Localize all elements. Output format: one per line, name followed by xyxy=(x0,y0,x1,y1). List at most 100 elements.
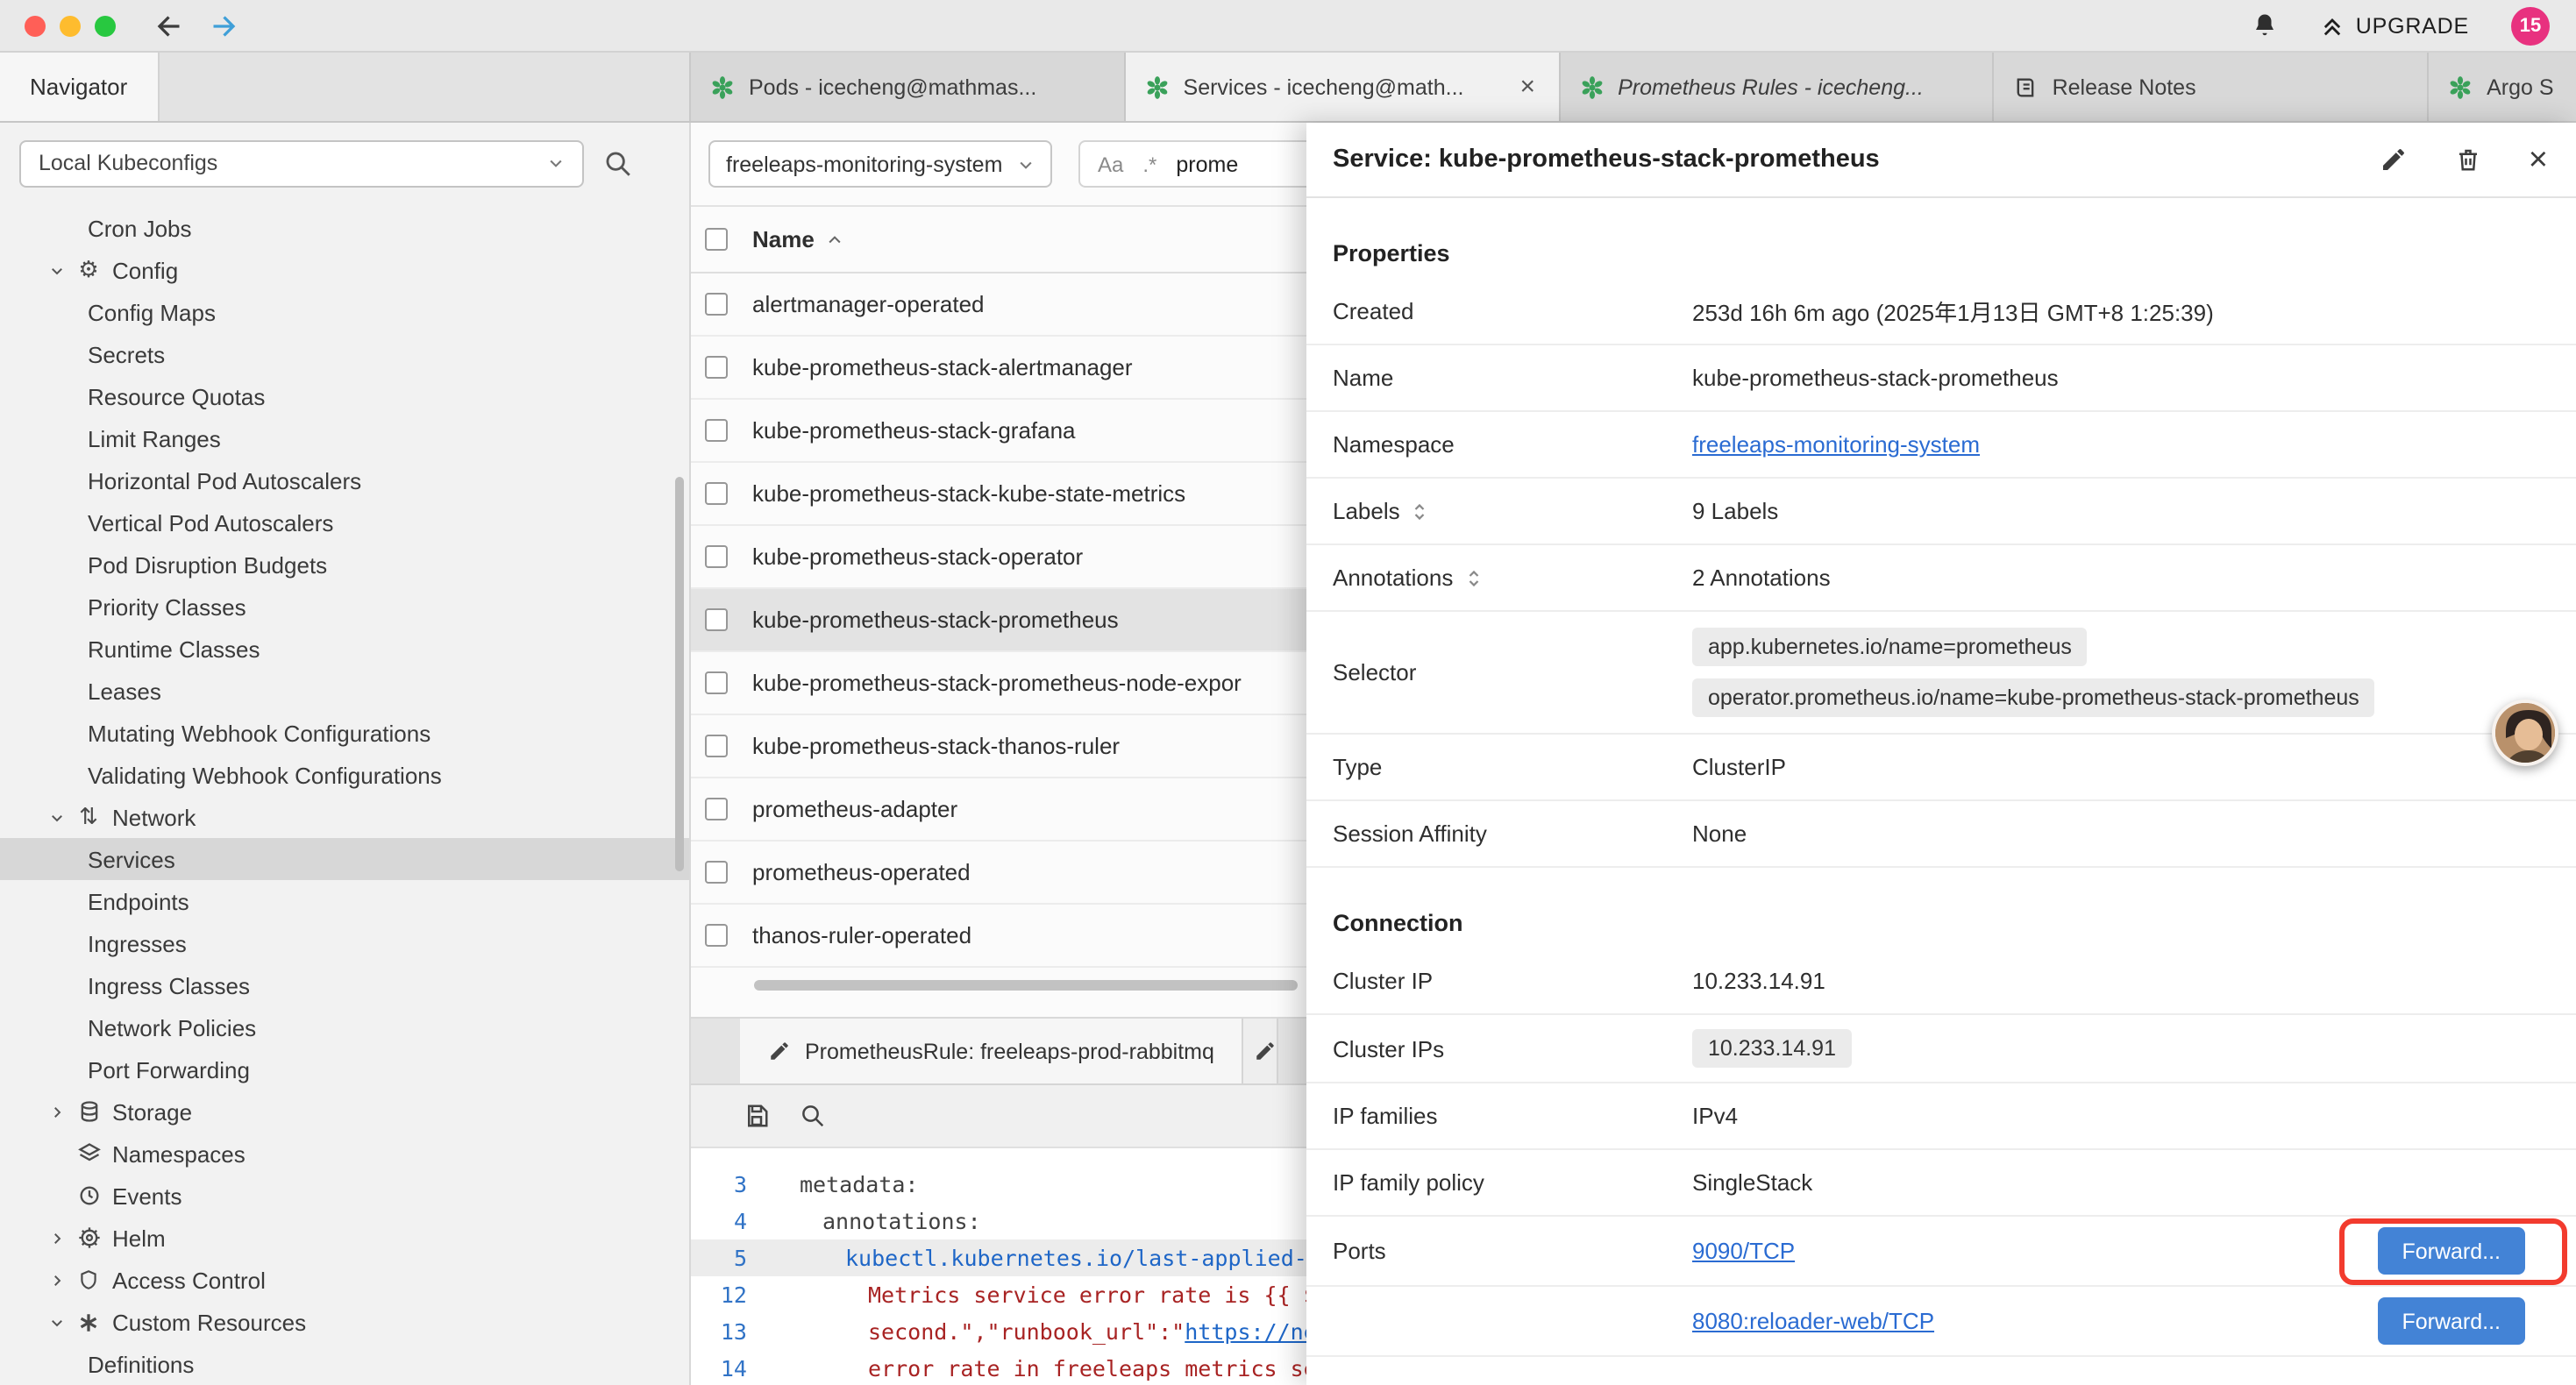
sidebar-item-ingress-classes[interactable]: Ingress Classes xyxy=(0,964,689,1006)
regex-toggle[interactable]: .* xyxy=(1142,152,1156,176)
service-name: kube-prometheus-stack-alertmanager xyxy=(752,354,1133,380)
kubernetes-icon xyxy=(710,75,735,99)
detail-row-labels: Labels9 Labels xyxy=(1306,479,2576,545)
sidebar-item-ingresses[interactable]: Ingresses xyxy=(0,922,689,964)
sidebar-item-events[interactable]: Events xyxy=(0,1175,689,1217)
sidebar-item-config[interactable]: ⚙Config xyxy=(0,249,689,291)
history-forward-button[interactable] xyxy=(207,10,238,41)
namespace-select[interactable]: freeleaps-monitoring-system xyxy=(708,140,1052,188)
notification-count-badge[interactable]: 15 xyxy=(2511,6,2550,45)
sidebar-item-runtime-classes[interactable]: Runtime Classes xyxy=(0,628,689,670)
sidebar-item-resource-quotas[interactable]: Resource Quotas xyxy=(0,375,689,417)
sidebar-item-network[interactable]: ⇅Network xyxy=(0,796,689,838)
webcam-avatar[interactable] xyxy=(2492,700,2558,766)
sidebar-item-vertical-pod-autoscalers[interactable]: Vertical Pod Autoscalers xyxy=(0,501,689,543)
row-checkbox[interactable] xyxy=(705,924,728,947)
detail-label-text: Type xyxy=(1333,754,1382,780)
detail-value: 253d 16h 6m ago (2025年1月13日 GMT+8 1:25:3… xyxy=(1692,295,2576,328)
name-column-header[interactable]: Name xyxy=(752,226,815,252)
row-checkbox[interactable] xyxy=(705,482,728,505)
notifications-bell-icon[interactable] xyxy=(2252,12,2279,39)
trash-icon[interactable] xyxy=(2455,146,2481,174)
sidebar-item-endpoints[interactable]: Endpoints xyxy=(0,880,689,922)
row-checkbox[interactable] xyxy=(705,671,728,694)
editor-search-icon[interactable] xyxy=(800,1103,826,1129)
sidebar-item-priority-classes[interactable]: Priority Classes xyxy=(0,586,689,628)
value-badge: operator.prometheus.io/name=kube-prometh… xyxy=(1692,678,2375,717)
sidebar-item-config-maps[interactable]: Config Maps xyxy=(0,291,689,333)
sidebar-item-mutating-webhook-configurations[interactable]: Mutating Webhook Configurations xyxy=(0,712,689,754)
sidebar-item-namespaces[interactable]: Namespaces xyxy=(0,1133,689,1175)
sidebar-item-cron-jobs[interactable]: Cron Jobs xyxy=(0,207,689,249)
select-all-checkbox[interactable] xyxy=(705,228,728,251)
sort-ascending-icon[interactable] xyxy=(827,231,844,248)
sidebar-item-pod-disruption-budgets[interactable]: Pod Disruption Budgets xyxy=(0,543,689,586)
sidebar-item-helm[interactable]: Helm xyxy=(0,1217,689,1259)
code-token: kubectl.kubernetes.io/last-applied-co xyxy=(845,1245,1334,1271)
close-tab-icon[interactable]: × xyxy=(1517,72,1540,102)
sidebar-item-services[interactable]: Services xyxy=(0,838,689,880)
chevron-right-icon[interactable] xyxy=(42,1230,72,1246)
kubeconfig-select[interactable]: Local Kubeconfigs xyxy=(19,139,584,187)
chevron-down-icon xyxy=(1017,155,1035,173)
chevron-right-icon[interactable] xyxy=(42,1104,72,1119)
forward-button[interactable]: Forward... xyxy=(2377,1227,2525,1275)
horizontal-scrollbar-thumb[interactable] xyxy=(754,980,1298,991)
sidebar-item-label: Port Forwarding xyxy=(88,1056,250,1083)
sidebar-item-access-control[interactable]: Access Control xyxy=(0,1259,689,1301)
upgrade-button[interactable]: UPGRADE xyxy=(2321,13,2469,38)
close-panel-icon[interactable]: × xyxy=(2529,143,2548,176)
port-link[interactable]: 9090/TCP xyxy=(1692,1238,1795,1264)
row-checkbox[interactable] xyxy=(705,861,728,884)
section-heading-properties: Properties xyxy=(1333,230,2576,275)
navigator-sidebar: Local Kubeconfigs Cron Jobs⚙ConfigConfig… xyxy=(0,123,691,1385)
dock-tab-prometheusrule[interactable]: PrometheusRule: freeleaps-prod-rabbitmq xyxy=(740,1019,1244,1083)
row-checkbox[interactable] xyxy=(705,608,728,631)
history-back-button[interactable] xyxy=(154,10,186,41)
editor-tab-services-icecheng-math[interactable]: Services - icecheng@math...× xyxy=(1126,53,1561,121)
sidebar-item-definitions[interactable]: Definitions xyxy=(0,1343,689,1385)
line-number: 4 xyxy=(691,1203,765,1239)
chevron-right-icon[interactable] xyxy=(42,1272,72,1288)
sidebar-search-icon[interactable] xyxy=(603,148,633,178)
sidebar-scrollbar-thumb[interactable] xyxy=(675,477,684,871)
chevron-down-icon[interactable] xyxy=(42,1314,72,1330)
sidebar-item-leases[interactable]: Leases xyxy=(0,670,689,712)
network-arrows-icon: ⇅ xyxy=(72,803,105,831)
close-window-button[interactable] xyxy=(25,15,46,36)
edit-pencil-icon[interactable] xyxy=(2380,146,2408,174)
detail-row-session-affinity: Session AffinityNone xyxy=(1306,801,2576,868)
sidebar-item-custom-resources[interactable]: Custom Resources xyxy=(0,1301,689,1343)
sidebar-item-secrets[interactable]: Secrets xyxy=(0,333,689,375)
chevron-down-icon[interactable] xyxy=(42,809,72,825)
namespace-link[interactable]: freeleaps-monitoring-system xyxy=(1692,431,1980,458)
port-link[interactable]: 8080:reloader-web/TCP xyxy=(1692,1308,1934,1334)
dock-tab-partial[interactable] xyxy=(1244,1019,1279,1083)
sort-arrows-icon[interactable] xyxy=(1413,501,1428,522)
row-checkbox[interactable] xyxy=(705,356,728,379)
editor-tab-prometheus-rules-icecheng[interactable]: Prometheus Rules - icecheng... xyxy=(1560,53,1995,121)
sidebar-item-port-forwarding[interactable]: Port Forwarding xyxy=(0,1048,689,1090)
row-checkbox[interactable] xyxy=(705,735,728,757)
sidebar-item-validating-webhook-configurations[interactable]: Validating Webhook Configurations xyxy=(0,754,689,796)
minimize-window-button[interactable] xyxy=(60,15,81,36)
zoom-window-button[interactable] xyxy=(95,15,116,36)
editor-tab-pods-icecheng-mathmas[interactable]: Pods - icecheng@mathmas... xyxy=(691,53,1126,121)
sidebar-item-limit-ranges[interactable]: Limit Ranges xyxy=(0,417,689,459)
navigator-tab[interactable]: Navigator xyxy=(0,53,159,121)
editor-tab-release-notes[interactable]: Release Notes xyxy=(1995,53,2430,121)
forward-button[interactable]: Forward... xyxy=(2377,1297,2525,1345)
row-checkbox[interactable] xyxy=(705,293,728,316)
row-checkbox[interactable] xyxy=(705,419,728,442)
tab-label: Pods - icecheng@mathmas... xyxy=(749,75,1105,99)
editor-tab-argo-s[interactable]: Argo S xyxy=(2429,53,2576,121)
match-case-toggle[interactable]: Aa xyxy=(1098,152,1123,176)
sidebar-item-storage[interactable]: Storage xyxy=(0,1090,689,1133)
row-checkbox[interactable] xyxy=(705,545,728,568)
sort-arrows-icon[interactable] xyxy=(1465,567,1481,588)
chevron-down-icon[interactable] xyxy=(42,262,72,278)
save-icon[interactable] xyxy=(744,1103,770,1129)
sidebar-item-network-policies[interactable]: Network Policies xyxy=(0,1006,689,1048)
row-checkbox[interactable] xyxy=(705,798,728,820)
sidebar-item-horizontal-pod-autoscalers[interactable]: Horizontal Pod Autoscalers xyxy=(0,459,689,501)
